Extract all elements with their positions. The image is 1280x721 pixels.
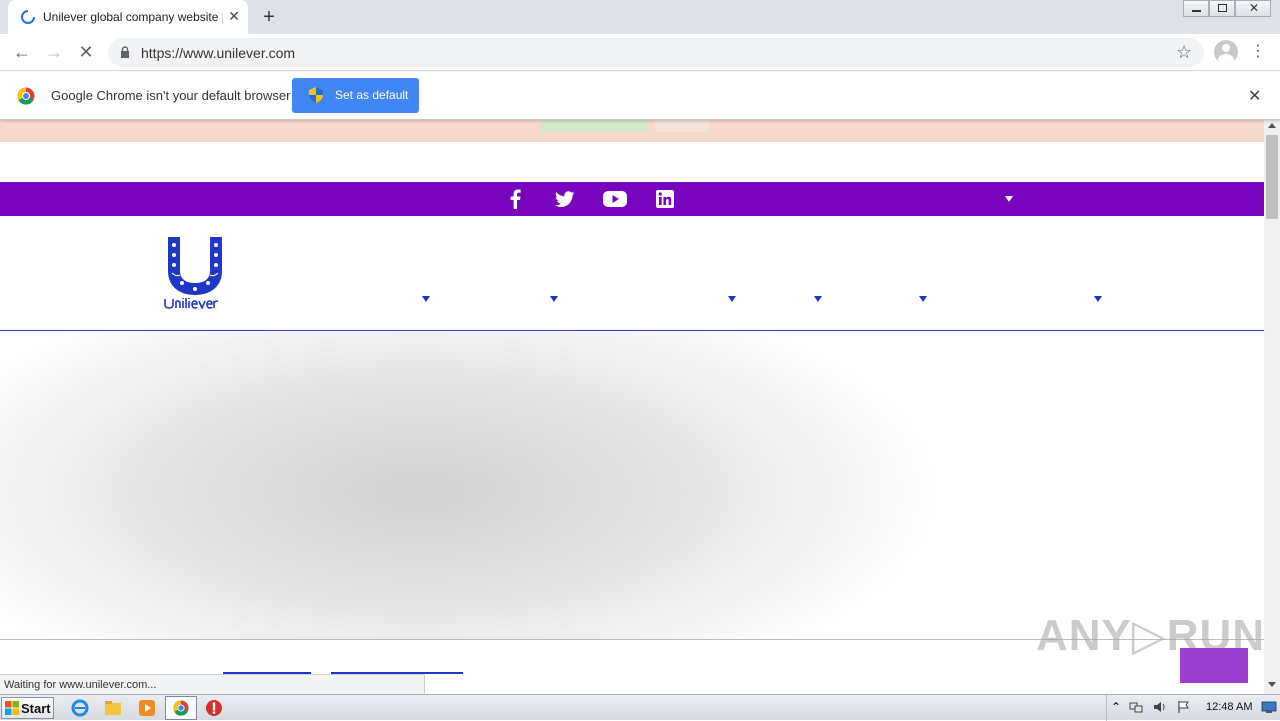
scroll-down-arrow-icon[interactable]	[1268, 682, 1276, 687]
network-icon[interactable]	[1129, 700, 1143, 714]
windows-taskbar: Start ⌃ 12:48 AM	[0, 694, 1280, 721]
site-header	[0, 216, 1264, 331]
youtube-icon[interactable]	[603, 189, 627, 209]
linkedin-icon[interactable]	[656, 189, 674, 209]
nav-dropdown-arrow-icon[interactable]	[550, 296, 558, 302]
windows-logo-icon	[5, 701, 19, 715]
scroll-up-arrow-icon[interactable]	[1268, 123, 1276, 128]
floating-cta-button[interactable]	[1180, 648, 1248, 683]
minimize-button[interactable]	[1183, 0, 1209, 17]
restore-button[interactable]	[1209, 0, 1235, 17]
infobar-close-icon[interactable]: ✕	[1248, 86, 1261, 106]
vertical-scrollbar[interactable]	[1264, 120, 1280, 694]
banner-update-button[interactable]	[541, 120, 647, 132]
url-text[interactable]: https://www.unilever.com	[141, 45, 295, 61]
twitter-icon[interactable]	[555, 189, 575, 209]
chrome-taskbar-icon	[173, 700, 189, 716]
set-as-default-label: Set as default	[335, 88, 409, 102]
start-label: Start	[21, 701, 51, 716]
status-bubble: Waiting for www.unilever.com...	[0, 674, 425, 694]
lock-icon	[121, 46, 129, 58]
tab-title: Unilever global company website | Unilev…	[43, 10, 223, 24]
set-as-default-button[interactable]: Set as default	[292, 78, 419, 113]
nav-dropdown-arrow-icon[interactable]	[814, 296, 822, 302]
bookmark-star-icon[interactable]: ☆	[1176, 42, 1192, 63]
stop-sign-icon[interactable]	[205, 699, 223, 717]
language-dropdown-arrow-icon[interactable]	[1005, 196, 1013, 202]
browser-tab[interactable]: Unilever global company website | Unilev…	[8, 0, 248, 34]
social-media-bar	[0, 182, 1264, 216]
stop-loading-icon[interactable]: ✕	[74, 40, 98, 64]
uac-shield-icon	[309, 87, 323, 103]
default-browser-infobar: Google Chrome isn't your default browser…	[0, 72, 1280, 120]
action-center-flag-icon[interactable]	[1177, 700, 1191, 714]
banner-ignore-button[interactable]	[655, 120, 709, 132]
facebook-icon[interactable]	[508, 189, 522, 209]
new-tab-button[interactable]: +	[258, 6, 280, 28]
nav-dropdown-arrow-icon[interactable]	[1094, 296, 1102, 302]
nav-dropdown-arrow-icon[interactable]	[728, 296, 736, 302]
unilever-logo[interactable]	[162, 235, 228, 309]
start-button[interactable]: Start	[1, 697, 54, 719]
browser-toolbar: ← → ✕ https://www.unilever.com ☆ ⋮	[0, 34, 1280, 71]
forward-arrow-icon[interactable]: →	[42, 40, 66, 64]
media-player-icon[interactable]	[138, 699, 156, 717]
taskbar-chrome-button[interactable]	[165, 696, 197, 720]
internet-explorer-icon[interactable]	[71, 699, 89, 717]
chrome-logo-icon	[17, 87, 35, 105]
file-explorer-icon[interactable]	[104, 699, 122, 717]
infobar-message: Google Chrome isn't your default browser	[51, 88, 291, 103]
taskbar-clock[interactable]: 12:48 AM	[1206, 701, 1252, 713]
volume-icon[interactable]	[1153, 700, 1167, 714]
outdated-browser-banner	[0, 120, 1264, 142]
show-hidden-icons-icon[interactable]: ⌃	[1111, 700, 1125, 714]
scroll-thumb[interactable]	[1266, 135, 1278, 219]
profile-avatar-icon[interactable]	[1214, 40, 1238, 64]
nav-dropdown-arrow-icon[interactable]	[919, 296, 927, 302]
tab-close-icon[interactable]: ✕	[226, 8, 242, 24]
menu-kebab-icon[interactable]: ⋮	[1250, 40, 1266, 64]
page-viewport: ANY▷RUN Waiting for www.unilever.com...	[0, 120, 1264, 694]
address-bar[interactable]: https://www.unilever.com ☆	[108, 38, 1204, 67]
back-arrow-icon[interactable]: ←	[10, 40, 34, 64]
close-window-button[interactable]: ✕	[1235, 0, 1271, 17]
hero-image-placeholder	[0, 332, 1264, 640]
tab-strip: Unilever global company website | Unilev…	[0, 0, 1280, 34]
system-tray: ⌃	[1106, 695, 1280, 721]
loading-spinner-icon	[21, 10, 35, 24]
nav-dropdown-arrow-icon[interactable]	[422, 296, 430, 302]
show-desktop-icon[interactable]	[1261, 700, 1277, 714]
